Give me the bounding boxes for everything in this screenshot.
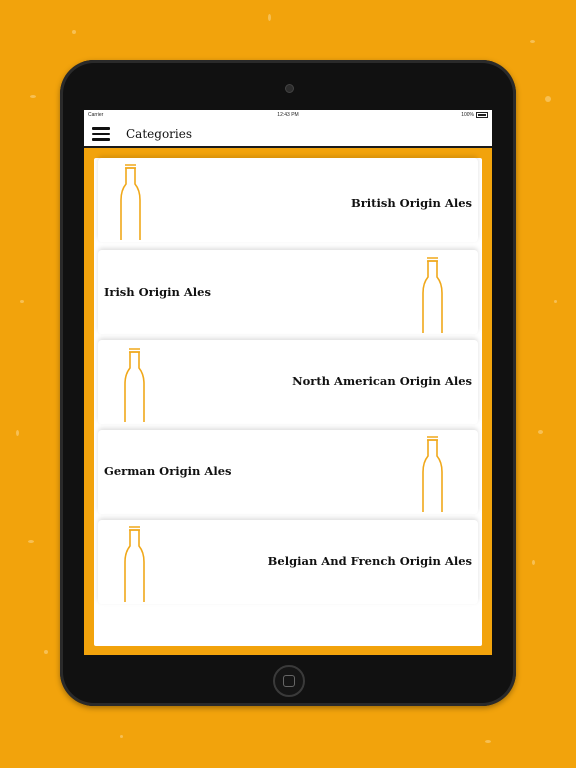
battery-status: 100% (461, 112, 488, 118)
beer-bottle-icon (422, 257, 443, 333)
category-card-belgian-french[interactable]: Belgian And French Origin Ales (98, 520, 478, 604)
beer-bottle-icon (120, 164, 141, 240)
category-label: North American Origin Ales (292, 374, 472, 388)
category-label: German Origin Ales (104, 464, 232, 478)
category-label: Belgian And French Origin Ales (267, 554, 472, 568)
camera-icon (285, 84, 294, 93)
category-card-north-american[interactable]: North American Origin Ales (98, 340, 478, 424)
category-card-german[interactable]: German Origin Ales (98, 430, 478, 514)
category-card-irish[interactable]: Irish Origin Ales (98, 250, 478, 334)
page-title: Categories (126, 127, 192, 141)
category-label: British Origin Ales (351, 196, 472, 210)
app-screen: Carrier 12:43 PM 100% Categories British… (84, 110, 492, 655)
beer-bottle-icon (124, 526, 145, 602)
category-card-british[interactable]: British Origin Ales (98, 158, 478, 242)
category-label: Irish Origin Ales (104, 285, 211, 299)
battery-percent: 100% (461, 112, 474, 118)
status-bar: Carrier 12:43 PM 100% (84, 110, 492, 120)
beer-bottle-icon (124, 348, 145, 422)
category-list: British Origin Ales Irish Origin Ales No… (94, 158, 482, 646)
beer-bottle-icon (422, 436, 443, 512)
home-button-icon (283, 675, 295, 687)
navigation-bar: Categories (84, 120, 492, 148)
battery-icon (476, 112, 488, 118)
hamburger-menu-icon[interactable] (92, 127, 110, 141)
status-time: 12:43 PM (277, 112, 299, 118)
home-button[interactable] (273, 665, 305, 697)
